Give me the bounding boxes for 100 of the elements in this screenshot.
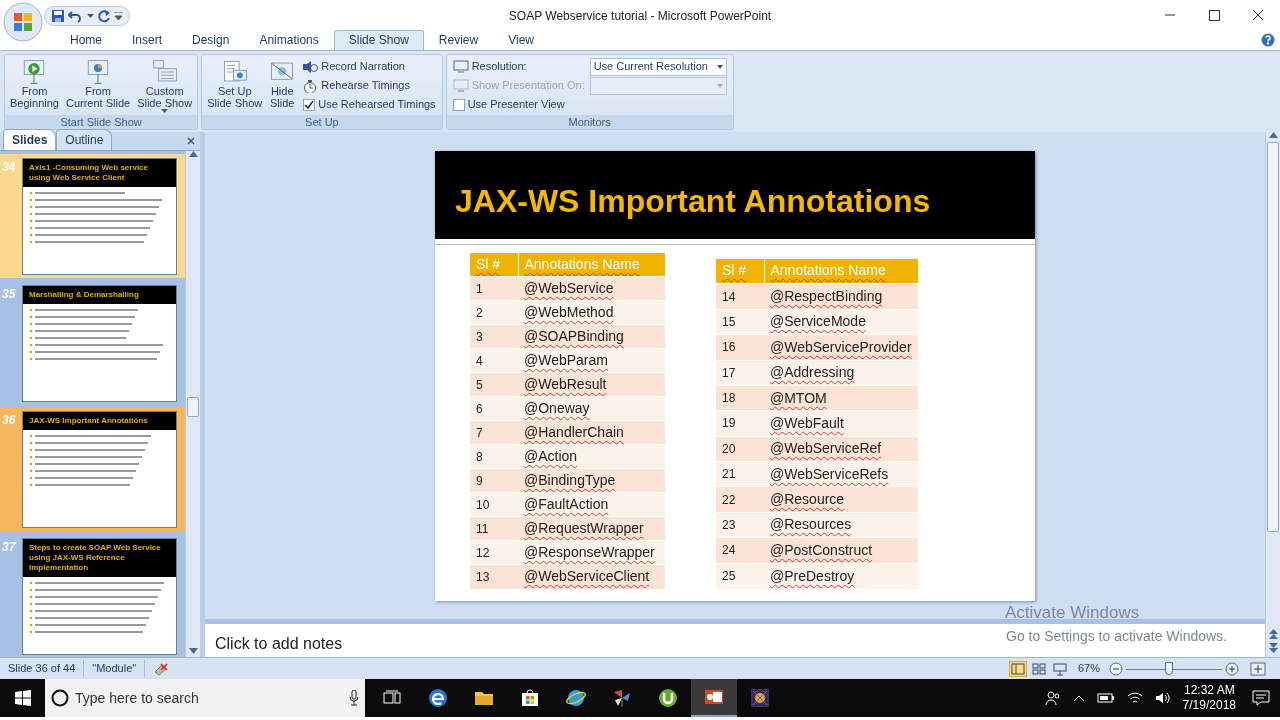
thumbnail-title: Marshalling & Demarshalling <box>23 285 176 304</box>
search-icon <box>51 689 69 707</box>
checkbox[interactable] <box>303 98 316 111</box>
wifi-icon[interactable] <box>1126 691 1143 705</box>
dropdown-field[interactable] <box>589 76 727 95</box>
ribbon-tab[interactable]: Home <box>55 30 117 50</box>
task-view-icon[interactable] <box>383 690 401 706</box>
view-button[interactable] <box>1029 660 1048 677</box>
chevron-up-icon[interactable] <box>1072 694 1085 702</box>
table-cell: @WebMethod <box>518 300 665 325</box>
table-cell: 20 <box>716 436 764 462</box>
table-cell: 13 <box>470 564 518 589</box>
search-field[interactable]: Type here to search <box>45 679 365 717</box>
table-cell: @WebServiceProvider <box>764 334 918 360</box>
table-cell: 21 <box>716 461 764 487</box>
clock[interactable]: 12:32 AM 7/19/2018 <box>1182 683 1236 713</box>
slide-number: 37 <box>2 538 17 556</box>
ribbon-button[interactable]: From Beginning <box>8 57 61 115</box>
table-cell: 18 <box>716 385 764 411</box>
table-cell: 15 <box>716 309 764 335</box>
save-icon[interactable] <box>51 9 65 23</box>
table-cell: @FaultAction <box>518 492 665 517</box>
field-label: Show Presentation On: <box>471 78 586 94</box>
taskbar-app[interactable] <box>691 679 737 717</box>
scrollbar-thumb[interactable] <box>1267 142 1279 532</box>
ribbon-button[interactable]: Hide Slide <box>267 57 298 115</box>
ribbon-tab[interactable]: Review <box>423 30 494 50</box>
slide-thumbnail-frame[interactable]: 36 JAX-WS Important Annotations <box>0 407 185 531</box>
ribbon-button[interactable]: Custom Slide Show <box>135 57 195 115</box>
panel-tab[interactable]: Outline <box>56 129 113 150</box>
monitor-icon <box>452 79 469 92</box>
ribbon-tab[interactable]: Animations <box>244 30 334 50</box>
slide-thumbnail-frame[interactable]: 34 Axis1 -Consuming Web service using Web Service Client <box>0 154 185 278</box>
table-cell: @HandlerChain <box>518 420 665 445</box>
table-cell: 16 <box>716 334 764 360</box>
ribbon-button[interactable]: From Current Slide <box>63 57 133 115</box>
close-icon[interactable] <box>1251 8 1265 22</box>
zoom-level[interactable]: 67% <box>1071 660 1106 677</box>
thumbnail-title: Axis1 -Consuming Web service using Web Service Client <box>23 159 176 187</box>
fit-to-window-icon[interactable] <box>1250 661 1266 676</box>
table-cell: 24 <box>716 537 764 563</box>
checkbox[interactable] <box>452 98 465 111</box>
redo-icon[interactable] <box>97 9 111 23</box>
battery-icon[interactable] <box>1096 693 1115 703</box>
zoom-slider[interactable] <box>1126 661 1222 676</box>
column-header: Sl # <box>716 258 764 284</box>
column-header: Sl # <box>470 252 518 277</box>
customize-caret-icon[interactable] <box>114 11 123 21</box>
office-logo-icon[interactable] <box>3 2 43 42</box>
torrent-icon <box>658 688 678 708</box>
dropdown-field[interactable]: Use Current Resolution <box>589 57 727 76</box>
table-cell: @Action <box>518 444 665 469</box>
table-cell: 2 <box>470 300 518 325</box>
maximize-icon[interactable] <box>1207 8 1221 22</box>
ribbon-tab[interactable]: Slide Show <box>333 30 424 50</box>
watermark-title: Activate Windows <box>1005 602 1141 624</box>
ribbon-button[interactable]: Record Narration <box>300 57 439 76</box>
group-label: Start Slide Show <box>5 115 198 129</box>
table-cell: 17 <box>716 360 764 386</box>
ribbon-tab[interactable]: Design <box>177 30 245 50</box>
table-cell: @Resource <box>764 486 918 513</box>
next-slide-icon[interactable] <box>1268 643 1278 653</box>
ribbon-button[interactable]: Set Up Slide Show <box>205 57 265 115</box>
volume-icon[interactable] <box>1154 691 1171 705</box>
column-header: Annotations Name <box>518 252 665 277</box>
windows-logo-icon[interactable] <box>14 690 31 706</box>
ribbon-tab[interactable]: Insert <box>117 30 178 50</box>
table-cell: @RequestWrapper <box>518 516 665 541</box>
view-button[interactable] <box>1050 660 1069 677</box>
spell-check-icon[interactable] <box>153 661 170 676</box>
table-cell: 22 <box>716 486 764 513</box>
slide-number: 36 <box>2 412 17 429</box>
ribbon-tab[interactable]: View <box>493 30 549 50</box>
zoom-slider-thumb[interactable] <box>1165 661 1174 675</box>
caret-icon[interactable] <box>87 13 94 19</box>
table-cell: @WebResult <box>518 372 665 397</box>
zoom-out-icon[interactable] <box>1109 661 1123 676</box>
table-cell: 1 <box>470 276 518 301</box>
undo-icon[interactable] <box>68 9 84 23</box>
scrollbar-thumb[interactable] <box>187 397 199 417</box>
zoom-in-icon[interactable] <box>1225 661 1239 676</box>
table-cell: 8 <box>470 444 518 469</box>
table-cell: @PreDestroy <box>764 563 918 589</box>
game-icon <box>750 688 770 708</box>
people-icon[interactable] <box>1044 690 1061 706</box>
notes-placeholder[interactable]: Click to add notes <box>215 635 343 652</box>
microphone-icon <box>349 690 359 706</box>
ribbon-button[interactable]: Rehearse Timings <box>300 76 439 95</box>
notifications-icon[interactable] <box>1252 690 1270 706</box>
scroll-down-icon[interactable] <box>188 648 198 654</box>
browser-icon <box>428 688 448 708</box>
table-cell: 12 <box>470 540 518 565</box>
table-cell: @BindingType <box>518 468 665 493</box>
table-cell: @ResponseWrapper <box>518 540 665 565</box>
timer-icon <box>302 78 319 93</box>
view-button[interactable] <box>1008 660 1027 677</box>
help-icon[interactable] <box>1261 33 1275 47</box>
checkbox-label: Use Presenter View <box>467 97 565 113</box>
panel-tab[interactable]: Slides <box>3 129 57 150</box>
previous-slide-icon[interactable] <box>1268 629 1278 639</box>
